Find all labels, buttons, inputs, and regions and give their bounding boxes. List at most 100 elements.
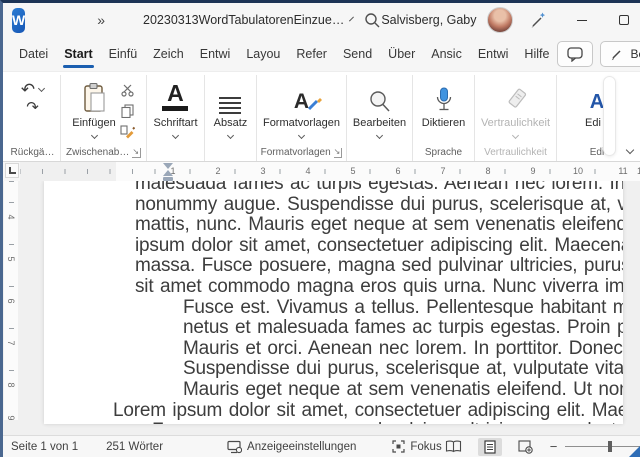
- text-line: nonummy augue. Suspendisse dui purus, sc…: [135, 193, 623, 215]
- read-mode-button[interactable]: [442, 438, 466, 456]
- page-indicator[interactable]: Seite 1 von 1: [11, 441, 78, 453]
- web-layout-button[interactable]: [514, 438, 538, 456]
- focus-icon: [392, 440, 405, 453]
- display-settings-button[interactable]: Anzeigeeinstellungen: [227, 440, 356, 454]
- text-line: Mauris et orci. Aenean nec lorem. In por…: [183, 337, 623, 359]
- user-name[interactable]: Salvisberg, Gaby: [381, 13, 476, 27]
- group-paragraph: Absatz: [205, 75, 257, 161]
- tab-entwurf[interactable]: Entwi: [192, 37, 239, 71]
- tab-einfuegen[interactable]: Einfü: [101, 37, 146, 71]
- group-styles: A Formatvorlagen Formatvorlagen ↘: [257, 75, 347, 161]
- copy-button[interactable]: [121, 104, 134, 118]
- maximize-icon: [618, 15, 629, 25]
- window-resize-corner[interactable]: [629, 446, 640, 457]
- tab-entwicklertools[interactable]: Entwi: [470, 37, 517, 71]
- tab-zeichnen[interactable]: Zeich: [145, 37, 192, 71]
- vertical-ruler[interactable]: 4 5 6 7 8 9: [4, 181, 18, 420]
- title-bar: W » 20230313WordTabulatorenEinzue… Salvi…: [3, 3, 640, 37]
- word-app-icon[interactable]: W: [12, 7, 26, 33]
- scissors-icon: [121, 84, 134, 97]
- ribbon-tab-row: Datei Start Einfü Zeich Entwi Layou Refe…: [3, 37, 640, 71]
- clipboard-dialog-launcher-icon[interactable]: ↘: [132, 147, 142, 158]
- focus-button[interactable]: Fokus: [392, 440, 442, 453]
- first-line-indent-marker[interactable]: [163, 163, 173, 169]
- group-label-editor: Edi: [589, 147, 605, 158]
- paragraph-chevron-down-icon: [226, 131, 235, 140]
- ruler-number: 10: [572, 165, 584, 177]
- paragraph-icon: [219, 78, 242, 114]
- undo-button[interactable]: ↶: [21, 81, 46, 98]
- text-line: sit amet commodo magna eros quis urna. N…: [135, 275, 623, 297]
- comments-button[interactable]: [557, 41, 594, 67]
- group-sensitivity: Vertraulichkeit Vertraulichkeit: [475, 75, 557, 161]
- ruler-number: 11: [617, 165, 629, 177]
- tab-ansicht[interactable]: Ansic: [423, 37, 470, 71]
- ruler-number: 8: [482, 165, 494, 177]
- dictate-label: Diktieren: [421, 117, 466, 129]
- document-area: 4 5 6 7 8 9 malesuada fames ac turpis eg…: [3, 181, 640, 435]
- tab-layout[interactable]: Layou: [238, 37, 288, 71]
- print-layout-button[interactable]: [477, 437, 502, 456]
- ruler-number: 4: [6, 210, 16, 224]
- word-count[interactable]: 251 Wörter: [106, 441, 163, 453]
- left-tab-icon: [8, 167, 16, 174]
- paragraph-flyout-button[interactable]: Absatz: [213, 78, 248, 161]
- horizontal-ruler[interactable]: 1 2 3 4 5 6 7 8 9 10 11 12: [20, 162, 640, 181]
- tab-stop-selector[interactable]: [5, 163, 19, 178]
- quick-access-overflow-button[interactable]: »: [87, 12, 115, 28]
- magnifier-icon: [368, 78, 392, 114]
- group-clipboard: Einfügen Zwischenab… ↘: [61, 75, 147, 161]
- font-flyout-button[interactable]: A Schriftart: [153, 78, 198, 161]
- cut-button[interactable]: [121, 84, 134, 97]
- tab-datei[interactable]: Datei: [11, 37, 56, 71]
- title-chevron-down-icon[interactable]: [349, 16, 355, 22]
- hanging-indent-marker[interactable]: [163, 170, 173, 176]
- ribbon-scroll-strip[interactable]: [603, 76, 616, 156]
- find-editing-button[interactable]: Bearbeiten: [353, 78, 406, 161]
- format-painter-button[interactable]: [120, 125, 135, 139]
- ruler-ticks: [20, 169, 640, 174]
- minimize-button[interactable]: [561, 4, 603, 36]
- document-title[interactable]: 20230313WordTabulatorenEinzue…: [143, 13, 344, 27]
- editing-mode-label: Bearbeitung: [630, 47, 640, 61]
- ruler-number: 5: [347, 165, 359, 177]
- text-line: Fusce posuere, magna sed pulvinar ultric…: [152, 421, 623, 424]
- font-chevron-down-icon: [171, 131, 180, 140]
- user-avatar[interactable]: [486, 7, 513, 33]
- ruler-number: 12: [636, 165, 640, 177]
- group-editor: A Edi Edi: [557, 75, 637, 161]
- ruler-number: 9: [6, 411, 16, 420]
- styles-dialog-launcher-icon[interactable]: ↘: [333, 147, 343, 158]
- text-line: massa. Fusce posuere, magna sed pulvinar…: [135, 255, 623, 277]
- copy-icon: [121, 104, 134, 118]
- ruler-number: 9: [527, 165, 539, 177]
- ruler-number: 5: [6, 252, 16, 266]
- document-page[interactable]: malesuada fames ac turpis egestas. Aenea…: [44, 181, 623, 424]
- text-line: Mauris eget neque at sem venenatis eleif…: [183, 378, 623, 400]
- tab-referenzen[interactable]: Refer: [288, 37, 335, 71]
- zoom-out-button[interactable]: −: [550, 439, 558, 454]
- pen-sparkle-icon[interactable]: [529, 11, 547, 29]
- group-label-styles: Formatvorlagen ↘: [260, 146, 343, 158]
- ruler-number: 8: [6, 378, 16, 392]
- redo-button[interactable]: ↷: [26, 100, 39, 115]
- paragraph-label: Absatz: [213, 117, 248, 129]
- paste-chevron-down-icon[interactable]: [90, 131, 98, 140]
- zoom-slider-thumb[interactable]: [607, 441, 612, 452]
- maximize-button[interactable]: [603, 4, 640, 36]
- zoom-control: − + 120%: [550, 439, 640, 454]
- tab-sendungen[interactable]: Send: [335, 37, 380, 71]
- sensitivity-label: Vertraulichkeit: [480, 117, 551, 129]
- ruler-number: 4: [302, 165, 314, 177]
- undo-chevron-down-icon[interactable]: [38, 84, 46, 93]
- text-line: netus et malesuada fames ac turpis egest…: [183, 317, 623, 339]
- ruler-number: 2: [212, 165, 224, 177]
- sensitivity-tag-icon: [503, 78, 529, 114]
- font-label: Schriftart: [153, 117, 198, 129]
- search-icon[interactable]: [364, 12, 381, 29]
- tab-start[interactable]: Start: [56, 37, 100, 71]
- editing-mode-button[interactable]: Bearbeitung: [600, 41, 640, 67]
- ruler-number: 6: [6, 294, 16, 308]
- tab-hilfe[interactable]: Hilfe: [516, 37, 557, 71]
- tab-ueberpruefen[interactable]: Über: [380, 37, 423, 71]
